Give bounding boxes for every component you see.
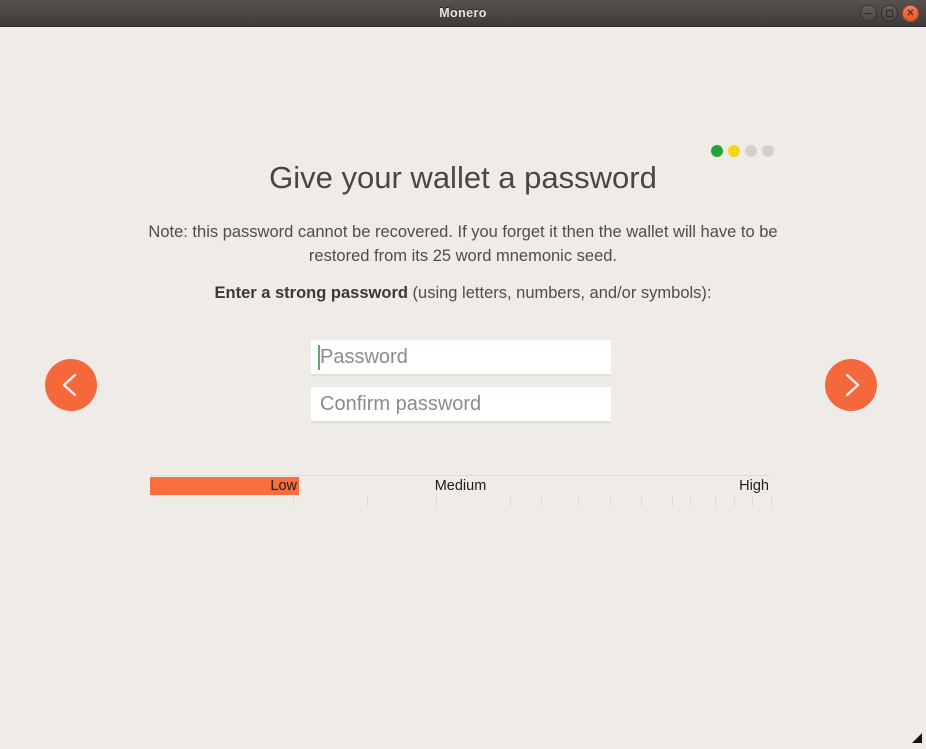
meter-tick: [578, 497, 580, 506]
strength-label-high: High: [739, 478, 769, 494]
step-indicator: [711, 145, 774, 157]
wizard-page: Give your wallet a password Note: this p…: [0, 28, 926, 747]
window-controls: ✕: [860, 0, 919, 27]
password-strength-meter: Low Medium High: [150, 475, 772, 509]
window-title: Monero: [439, 6, 487, 20]
password-input[interactable]: [311, 340, 611, 376]
meter-tick: [541, 497, 543, 506]
step-dot-4: [762, 145, 774, 157]
window-titlebar: Monero ✕: [0, 0, 926, 27]
maximize-button[interactable]: [881, 5, 898, 22]
meter-tick: [671, 497, 673, 506]
meter-tick: [510, 497, 512, 506]
meter-tick: [771, 497, 772, 506]
previous-step-button[interactable]: [45, 359, 97, 411]
meter-tick: [640, 497, 642, 506]
instruction-emphasis: Enter a strong password: [214, 284, 408, 302]
meter-tick: [435, 497, 437, 506]
close-icon: ✕: [906, 7, 915, 19]
window-resize-grip[interactable]: [909, 730, 923, 744]
password-instruction: Enter a strong password (using letters, …: [0, 284, 926, 303]
close-button[interactable]: ✕: [902, 5, 919, 22]
step-dot-3: [745, 145, 757, 157]
next-step-button[interactable]: [825, 359, 877, 411]
meter-tick: [292, 497, 294, 506]
strength-label-medium: Medium: [434, 478, 487, 494]
strength-meter-track: Low Medium High: [150, 475, 771, 496]
minimize-button[interactable]: [860, 5, 877, 22]
meter-tick: [609, 497, 611, 506]
step-dot-2: [728, 145, 740, 157]
maximize-icon: [882, 6, 897, 21]
meter-tick: [715, 497, 717, 506]
meter-tick: [690, 497, 692, 506]
text-cursor: [318, 345, 320, 370]
instruction-detail: (using letters, numbers, and/or symbols)…: [407, 284, 712, 302]
strength-meter-ticks: [150, 495, 772, 509]
chevron-right-icon: [839, 371, 863, 399]
meter-tick: [752, 497, 754, 506]
minimize-icon: [861, 6, 876, 21]
step-dot-1: [711, 145, 723, 157]
confirm-password-input[interactable]: [311, 387, 611, 423]
page-title: Give your wallet a password: [269, 160, 657, 195]
meter-tick: [367, 497, 369, 506]
chevron-left-icon: [59, 371, 83, 399]
meter-tick: [733, 497, 735, 506]
password-warning-note: Note: this password cannot be recovered.…: [148, 223, 778, 265]
